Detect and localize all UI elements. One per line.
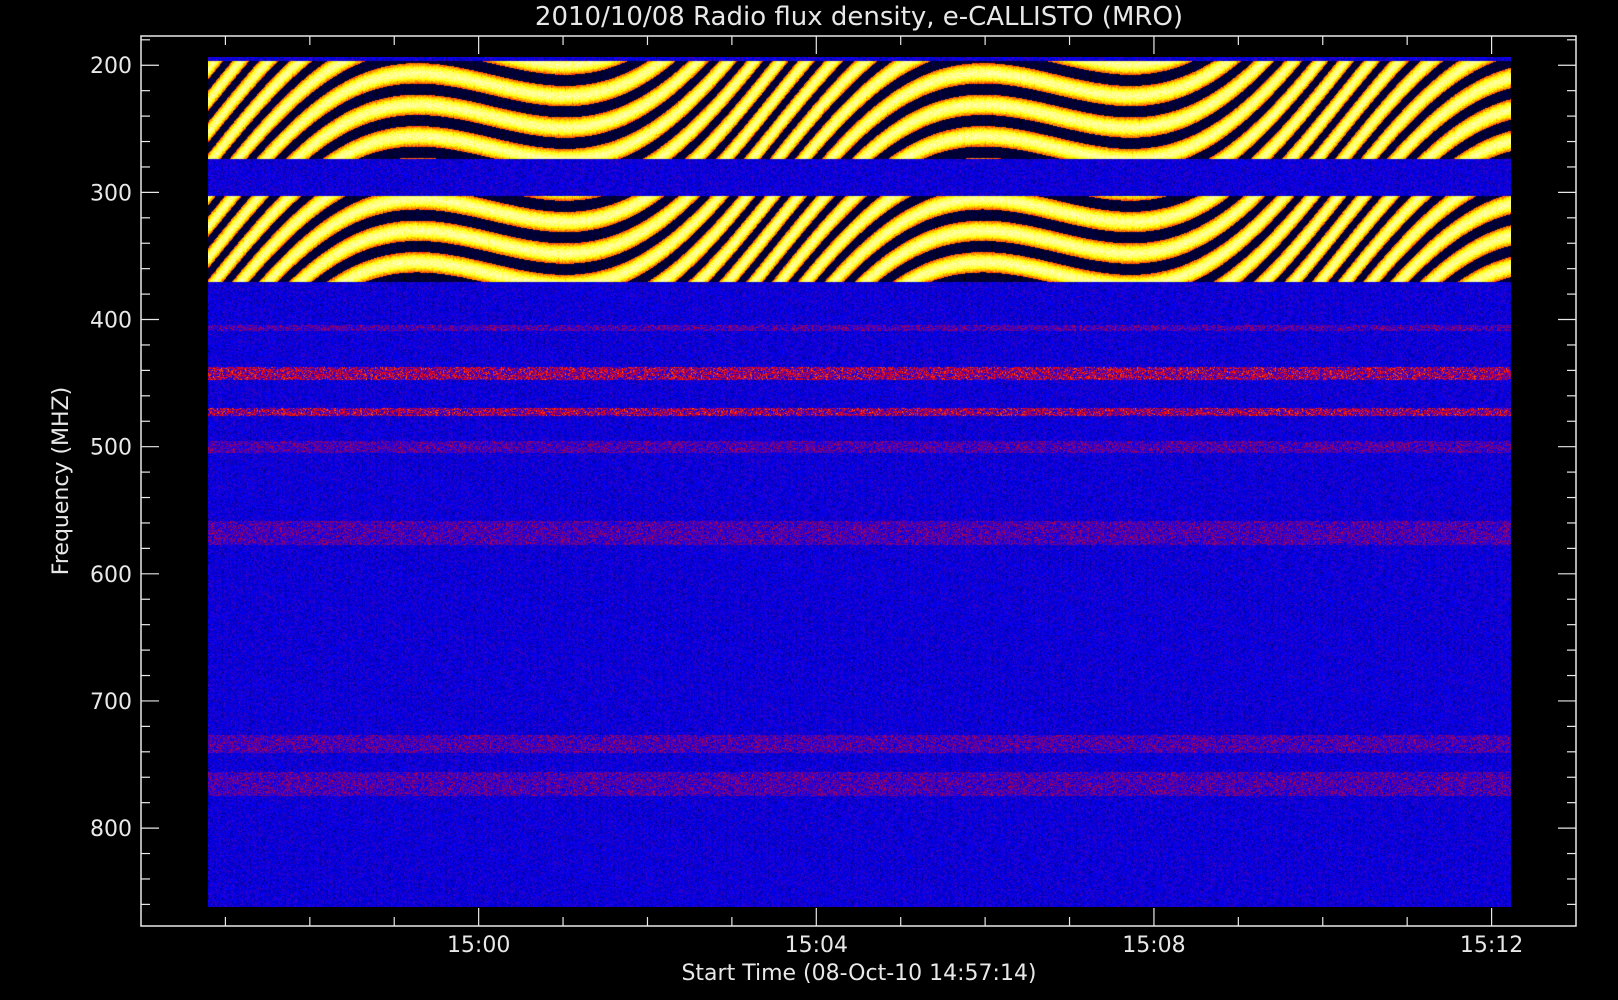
spectrogram-canvas xyxy=(208,57,1511,907)
x-tick-label: 15:12 xyxy=(1460,933,1523,958)
x-tick-label: 15:04 xyxy=(785,933,848,958)
y-tick-label: 500 xyxy=(90,436,132,461)
y-tick-label: 400 xyxy=(90,309,132,334)
y-tick-label: 200 xyxy=(90,54,132,79)
y-tick-label: 300 xyxy=(90,181,132,206)
x-tick-label: 15:08 xyxy=(1122,933,1185,958)
y-tick-label: 600 xyxy=(90,563,132,588)
y-axis-label: Frequency (MHZ) xyxy=(49,387,74,575)
spectrogram-heatmap xyxy=(208,57,1511,907)
y-tick-label: 800 xyxy=(90,817,132,842)
spectrogram-figure: 2010/10/08 Radio flux density, e-CALLIST… xyxy=(0,0,1618,1000)
x-axis-label: Start Time (08-Oct-10 14:57:14) xyxy=(681,961,1036,986)
y-tick-label: 700 xyxy=(90,690,132,715)
chart-title: 2010/10/08 Radio flux density, e-CALLIST… xyxy=(535,2,1183,32)
x-tick-label: 15:00 xyxy=(447,933,510,958)
